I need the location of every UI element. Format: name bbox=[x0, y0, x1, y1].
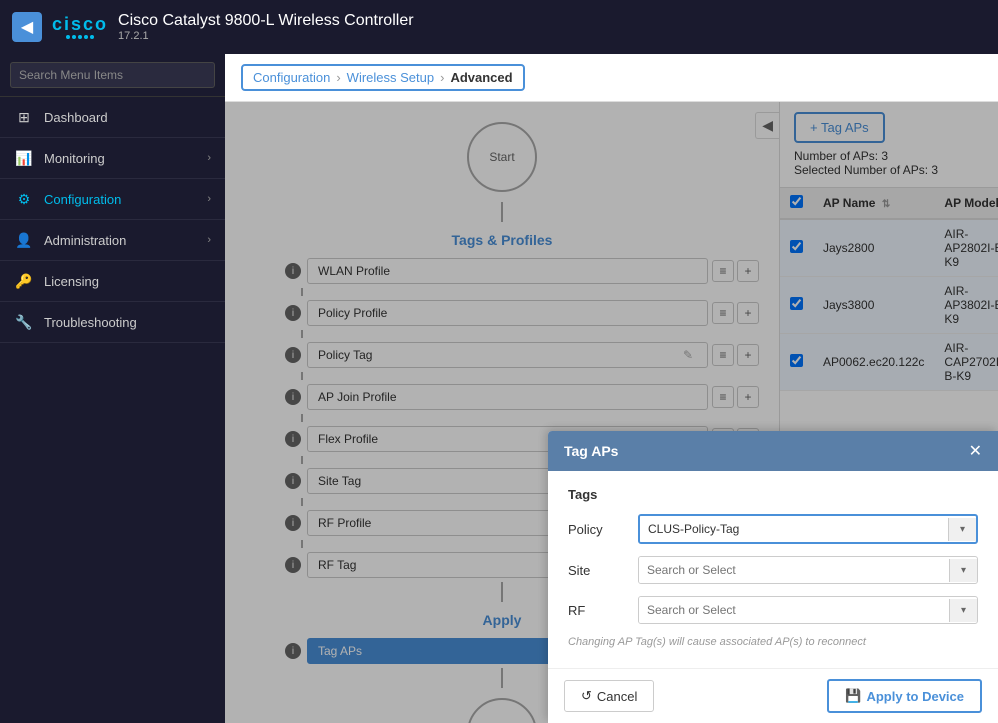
breadcrumb-border: Configuration › Wireless Setup › Advance… bbox=[241, 64, 525, 91]
cisco-logo: cisco bbox=[52, 15, 108, 39]
troubleshooting-icon: 🔧 bbox=[14, 312, 34, 332]
save-icon: 💾 bbox=[845, 688, 861, 704]
configuration-icon: ⚙ bbox=[14, 189, 34, 209]
app-title-block: Cisco Catalyst 9800-L Wireless Controlle… bbox=[118, 12, 414, 42]
policy-label: Policy bbox=[568, 522, 628, 537]
cisco-logo-bars bbox=[66, 35, 94, 39]
app-header: ◀ cisco Cisco Catalyst 9800-L Wireless C… bbox=[0, 0, 998, 54]
content-area: ◀ Start Tags & Profiles i WLAN Profile bbox=[225, 102, 998, 723]
modal-body: Tags Policy ▾ Site bbox=[548, 471, 998, 668]
site-input[interactable] bbox=[639, 557, 949, 583]
tag-aps-modal: Tag APs ✕ Tags Policy ▾ bbox=[548, 431, 998, 723]
sidebar-item-label: Licensing bbox=[44, 274, 211, 289]
cisco-logo-text: cisco bbox=[52, 15, 108, 33]
sidebar-item-label: Administration bbox=[44, 233, 207, 248]
sidebar-item-label: Monitoring bbox=[44, 151, 207, 166]
app-title: Cisco Catalyst 9800-L Wireless Controlle… bbox=[118, 12, 414, 30]
sidebar-item-label: Troubleshooting bbox=[44, 315, 211, 330]
dashboard-icon: ⊞ bbox=[14, 107, 34, 127]
rf-label: RF bbox=[568, 603, 628, 618]
modal-footer: ↺ Cancel 💾 Apply to Device bbox=[548, 668, 998, 723]
undo-icon: ↺ bbox=[581, 688, 592, 704]
monitoring-icon: 📊 bbox=[14, 148, 34, 168]
sidebar: ⊞ Dashboard 📊 Monitoring › ⚙ Configurati… bbox=[0, 54, 225, 723]
sidebar-item-label: Dashboard bbox=[44, 110, 211, 125]
modal-close-button[interactable]: ✕ bbox=[969, 441, 982, 461]
rf-select-wrapper: ▾ bbox=[638, 596, 978, 624]
sidebar-item-configuration[interactable]: ⚙ Configuration › bbox=[0, 179, 225, 220]
back-button[interactable]: ◀ bbox=[12, 12, 42, 42]
rf-dropdown-btn[interactable]: ▾ bbox=[949, 599, 977, 622]
site-label: Site bbox=[568, 563, 628, 578]
rf-form-row: RF ▾ bbox=[568, 596, 978, 624]
breadcrumb: Configuration › Wireless Setup › Advance… bbox=[225, 54, 998, 102]
sidebar-nav: ⊞ Dashboard 📊 Monitoring › ⚙ Configurati… bbox=[0, 97, 225, 723]
administration-icon: 👤 bbox=[14, 230, 34, 250]
app-version: 17.2.1 bbox=[118, 30, 414, 42]
sidebar-item-monitoring[interactable]: 📊 Monitoring › bbox=[0, 138, 225, 179]
modal-section-tags: Tags bbox=[568, 487, 978, 502]
policy-select-wrapper: ▾ bbox=[638, 514, 978, 544]
app-layout: ⊞ Dashboard 📊 Monitoring › ⚙ Configurati… bbox=[0, 54, 998, 723]
main-content: Configuration › Wireless Setup › Advance… bbox=[225, 54, 998, 723]
apply-to-device-button[interactable]: 💾 Apply to Device bbox=[827, 679, 982, 713]
sidebar-item-troubleshooting[interactable]: 🔧 Troubleshooting bbox=[0, 302, 225, 343]
policy-dropdown-btn[interactable]: ▾ bbox=[948, 518, 976, 541]
sidebar-item-administration[interactable]: 👤 Administration › bbox=[0, 220, 225, 261]
modal-title: Tag APs bbox=[564, 443, 618, 459]
breadcrumb-advanced: Advanced bbox=[450, 70, 512, 85]
warning-text: Changing AP Tag(s) will cause associated… bbox=[568, 636, 978, 648]
chevron-right-icon: › bbox=[207, 152, 211, 164]
policy-form-row: Policy ▾ bbox=[568, 514, 978, 544]
site-select-wrapper: ▾ bbox=[638, 556, 978, 584]
rf-input[interactable] bbox=[639, 597, 949, 623]
modal-overlay: Tag APs ✕ Tags Policy ▾ bbox=[225, 102, 998, 723]
breadcrumb-configuration[interactable]: Configuration bbox=[253, 70, 330, 85]
sidebar-search-box[interactable] bbox=[0, 54, 225, 97]
sidebar-item-licensing[interactable]: 🔑 Licensing bbox=[0, 261, 225, 302]
sidebar-item-dashboard[interactable]: ⊞ Dashboard bbox=[0, 97, 225, 138]
policy-input[interactable] bbox=[640, 516, 948, 542]
sidebar-item-label: Configuration bbox=[44, 192, 207, 207]
cancel-button[interactable]: ↺ Cancel bbox=[564, 680, 654, 712]
licensing-icon: 🔑 bbox=[14, 271, 34, 291]
search-input[interactable] bbox=[10, 62, 215, 88]
chevron-right-icon: › bbox=[207, 193, 211, 205]
back-icon: ◀ bbox=[21, 17, 33, 37]
chevron-right-icon: › bbox=[207, 234, 211, 246]
site-form-row: Site ▾ bbox=[568, 556, 978, 584]
breadcrumb-wireless-setup[interactable]: Wireless Setup bbox=[347, 70, 434, 85]
site-dropdown-btn[interactable]: ▾ bbox=[949, 559, 977, 582]
modal-header: Tag APs ✕ bbox=[548, 431, 998, 471]
